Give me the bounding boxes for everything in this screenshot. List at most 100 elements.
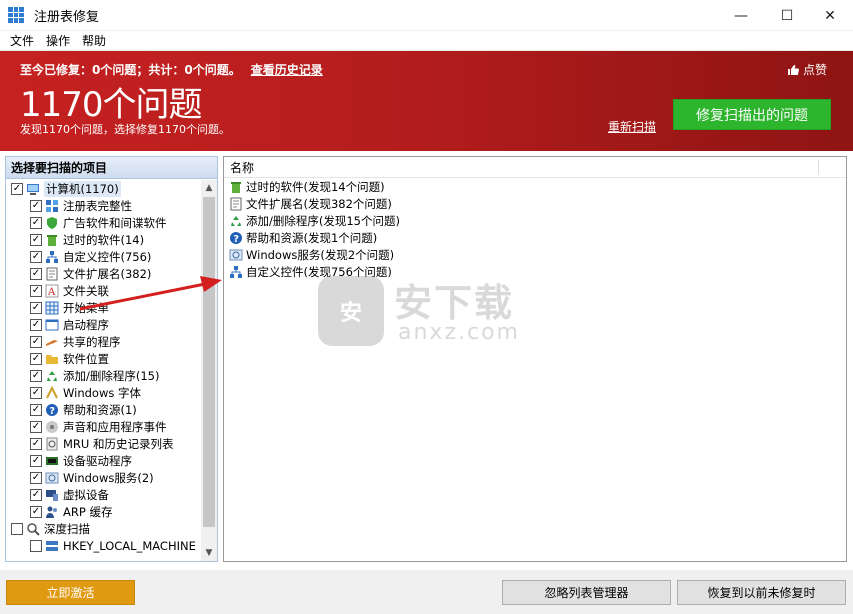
menu-file[interactable]: 文件	[4, 32, 40, 49]
checkbox-checked[interactable]: ✓	[30, 199, 42, 212]
checkbox-checked[interactable]: ✓	[30, 386, 42, 399]
grid-icon	[45, 301, 59, 315]
results-column-header[interactable]: 名称	[224, 157, 846, 178]
tree-item[interactable]: ✓ 开始菜单	[6, 299, 202, 316]
tree-item[interactable]: ✓ Windows 字体	[6, 384, 202, 401]
checkbox-checked[interactable]: ✓	[30, 267, 42, 280]
watermark-domain: anxz.com	[398, 320, 520, 345]
tree-item[interactable]: ✓ MRU 和历史记录列表	[6, 435, 202, 452]
registry-blocks-icon	[45, 199, 59, 213]
result-row[interactable]: ? 帮助和资源(发现1个问题)	[224, 229, 846, 246]
scroll-thumb[interactable]	[203, 197, 215, 527]
tree-item[interactable]: ✓ 软件位置	[6, 350, 202, 367]
scroll-up-arrow-icon[interactable]: ▲	[201, 180, 217, 196]
tree-item-label: 软件位置	[63, 351, 109, 366]
server-icon	[45, 539, 59, 553]
rescan-link[interactable]: 重新扫描	[608, 118, 656, 135]
watermark-title: 安下载	[394, 281, 515, 325]
minimize-button[interactable]: —	[718, 0, 764, 31]
checkbox-checked[interactable]: ✓	[30, 233, 42, 246]
tree-item-label: 设备驱动程序	[63, 453, 132, 468]
tree-item[interactable]: ✓ 设备驱动程序	[6, 452, 202, 469]
checkbox-checked[interactable]: ✓	[30, 216, 42, 229]
checkbox-checked[interactable]: ✓	[30, 335, 42, 348]
checkbox-checked[interactable]: ✓	[30, 420, 42, 433]
activate-button[interactable]: 立即激活	[6, 580, 135, 605]
tree-item[interactable]: ✓? 帮助和资源(1)	[6, 401, 202, 418]
checkbox-checked[interactable]: ✓	[30, 488, 42, 501]
result-row[interactable]: Windows服务(发现2个问题)	[224, 246, 846, 263]
fix-issues-button[interactable]: 修复扫描出的问题	[673, 99, 831, 130]
history-link[interactable]: 查看历史记录	[251, 63, 323, 77]
scan-items-panel: 选择要扫描的项目 ✓ 计算机(1170) ✓ 注册表完整性 ✓ 广告软件和间谍软件 ✓ 过时的…	[5, 156, 218, 562]
menu-bar: 文件 操作 帮助	[0, 31, 853, 51]
svg-text:A: A	[47, 287, 56, 298]
checkbox-checked[interactable]: ✓	[30, 352, 42, 365]
recycle-icon	[45, 369, 59, 383]
checkbox-unchecked[interactable]	[30, 539, 42, 552]
svg-text:?: ?	[233, 234, 239, 245]
trash-icon	[45, 233, 59, 247]
tree-item[interactable]: ✓ 添加/删除程序(15)	[6, 367, 202, 384]
tree-item-label: 深度扫描	[44, 521, 90, 536]
checkbox-checked[interactable]: ✓	[30, 454, 42, 467]
people-icon	[45, 505, 59, 519]
ignore-list-manager-button[interactable]: 忽略列表管理器	[502, 580, 671, 605]
tree-scrollbar[interactable]: ▲ ▼	[201, 180, 217, 561]
checkbox-checked[interactable]: ✓	[30, 250, 42, 263]
tree-item[interactable]: ✓ A 文件关联	[6, 282, 202, 299]
checkbox-checked[interactable]: ✓	[30, 301, 42, 314]
tree-item[interactable]: ✓ Windows服务(2)	[6, 469, 202, 486]
tree-item-label: 广告软件和间谍软件	[63, 215, 167, 230]
menu-help[interactable]: 帮助	[76, 32, 112, 49]
tree-item[interactable]: ✓ 广告软件和间谍软件	[6, 214, 202, 231]
window-icon	[45, 318, 59, 332]
tree-item[interactable]: HKEY_LOCAL_MACHINE	[6, 537, 202, 554]
like-button[interactable]: 点赞	[787, 61, 827, 78]
tree-item[interactable]: ✓ 注册表完整性	[6, 197, 202, 214]
checkbox-checked[interactable]: ✓	[30, 505, 42, 518]
result-label: 文件扩展名(发现382个问题)	[246, 196, 392, 211]
tree-item-label: 添加/删除程序(15)	[63, 368, 160, 383]
scroll-down-arrow-icon[interactable]: ▼	[201, 545, 217, 561]
tree-item-label: 计算机(1170)	[44, 180, 121, 197]
maximize-button[interactable]: ☐	[764, 0, 810, 31]
tree-item-label: 启动程序	[63, 317, 109, 332]
result-label: 过时的软件(发现14个问题)	[246, 179, 385, 194]
checkbox-checked[interactable]: ✓	[30, 471, 42, 484]
checkbox-checked[interactable]: ✓	[30, 318, 42, 331]
tree-item[interactable]: ✓ 计算机(1170)	[6, 180, 202, 197]
like-label: 点赞	[802, 63, 827, 77]
checkbox-checked[interactable]: ✓	[11, 182, 23, 195]
thumbs-up-icon	[787, 64, 799, 75]
tree-item[interactable]: ✓ 虚拟设备	[6, 486, 202, 503]
checkbox-unchecked[interactable]	[11, 522, 23, 535]
result-row[interactable]: 添加/删除程序(发现15个问题)	[224, 212, 846, 229]
monitor-icon	[45, 488, 59, 502]
checkbox-checked[interactable]: ✓	[30, 403, 42, 416]
tree-item-label: 过时的软件(14)	[63, 232, 145, 247]
tree-item[interactable]: ✓ 启动程序	[6, 316, 202, 333]
tree-item[interactable]: ✓ 自定义控件(756)	[6, 248, 202, 265]
tree-item[interactable]: ✓ 过时的软件(14)	[6, 231, 202, 248]
status-banner: 至今已修复：0个问题；共计：0个问题。 查看历史记录 点赞 1170个问题 发现1…	[0, 51, 853, 151]
issue-count-subline: 发现1170个问题，选择修复1170个问题。	[20, 123, 230, 136]
tree-item[interactable]: ✓ 文件扩展名(382)	[6, 265, 202, 282]
result-row[interactable]: 过时的软件(发现14个问题)	[224, 178, 846, 195]
tree-item[interactable]: ✓ ARP 缓存	[6, 503, 202, 520]
checkbox-checked[interactable]: ✓	[30, 369, 42, 382]
watermark: 安 安下载 anxz.com	[318, 272, 538, 352]
svg-text:?: ?	[49, 406, 55, 417]
tree-item[interactable]: ✓ 共享的程序	[6, 333, 202, 350]
tree-item[interactable]: ✓ 声音和应用程序事件	[6, 418, 202, 435]
watermark-shield-icon: 安	[318, 276, 384, 346]
tree-item-label: Windows 字体	[63, 385, 141, 400]
tree-item[interactable]: 深度扫描	[6, 520, 202, 537]
restore-button[interactable]: 恢复到以前未修复时	[677, 580, 846, 605]
checkbox-checked[interactable]: ✓	[30, 284, 42, 297]
checkbox-checked[interactable]: ✓	[30, 437, 42, 450]
menu-action[interactable]: 操作	[40, 32, 76, 49]
result-row[interactable]: 文件扩展名(发现382个问题)	[224, 195, 846, 212]
close-button[interactable]: ✕	[807, 0, 853, 31]
sound-icon	[45, 420, 59, 434]
